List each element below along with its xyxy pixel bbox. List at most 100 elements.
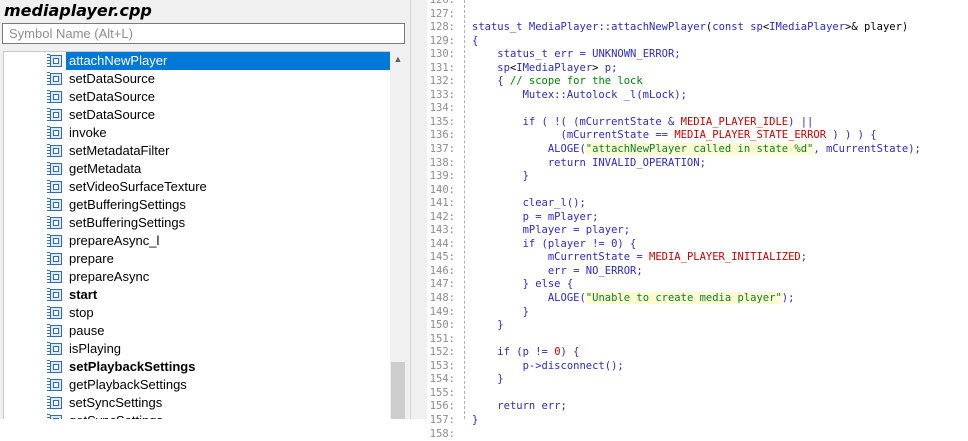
line-number: 137:: [425, 143, 455, 157]
line-number: 132:: [425, 75, 455, 89]
code-line: 148: ALOGE("Unable to create media playe…: [467, 292, 968, 306]
code-text: if ( !( (mCurrentState & MEDIA_PLAYER_ID…: [472, 116, 813, 130]
symbol-item[interactable]: prepareAsync_l: [4, 232, 391, 250]
scrollbar-thumb[interactable]: [391, 362, 405, 419]
code-line: 155:: [467, 387, 968, 401]
symbol-item[interactable]: setVideoSurfaceTexture: [4, 178, 391, 196]
symbol-item[interactable]: setSyncSettings: [4, 394, 391, 412]
code-line: 135: if ( !( (mCurrentState & MEDIA_PLAY…: [467, 116, 968, 130]
symbol-label: prepareAsync_l: [66, 232, 162, 250]
code-line: 141: clear_l();: [467, 197, 968, 211]
line-number: 135:: [425, 116, 455, 130]
code-text: p->disconnect();: [472, 360, 624, 374]
code-line: 128:status_t MediaPlayer::attachNewPlaye…: [467, 21, 968, 35]
symbol-item[interactable]: setMetadataFilter: [4, 142, 391, 160]
function-symbol-icon: [47, 126, 61, 140]
function-symbol-icon: [47, 108, 61, 122]
line-number: 138:: [425, 157, 455, 171]
code-line: 152: if (p != 0) {: [467, 346, 968, 360]
symbol-label: start: [66, 286, 100, 304]
symbol-item[interactable]: getMetadata: [4, 160, 391, 178]
code-line: 126:: [467, 0, 968, 8]
line-number: 152:: [425, 346, 455, 360]
code-line: 140:: [467, 184, 968, 198]
code-text: { // scope for the lock: [472, 75, 643, 89]
line-number: 145:: [425, 251, 455, 265]
symbol-item[interactable]: isPlaying: [4, 340, 391, 358]
line-number: 129:: [425, 35, 455, 49]
line-number: 154:: [425, 373, 455, 387]
code-text: ALOGE("Unable to create media player");: [472, 292, 794, 306]
symbol-item[interactable]: setBufferingSettings: [4, 214, 391, 232]
scroll-up-arrow-icon[interactable]: ▲: [390, 51, 406, 68]
code-area[interactable]: 126:127:128:status_t MediaPlayer::attach…: [467, 0, 968, 441]
line-number: 133:: [425, 89, 455, 103]
symbol-item[interactable]: setDataSource: [4, 88, 391, 106]
symbol-list-scrollbar[interactable]: ▲: [390, 51, 406, 419]
symbol-item[interactable]: getPlaybackSettings: [4, 376, 391, 394]
code-line: 149: }: [467, 306, 968, 320]
symbol-label: getSyncSettings: [66, 412, 166, 419]
code-text: }: [472, 170, 529, 184]
line-number: 158:: [425, 428, 455, 441]
function-symbol-icon: [47, 144, 61, 158]
code-text: p = mPlayer;: [472, 211, 598, 225]
symbol-label: getMetadata: [66, 160, 144, 178]
function-symbol-icon: [47, 414, 61, 419]
line-number: 147:: [425, 278, 455, 292]
symbol-search-input[interactable]: [2, 23, 405, 44]
file-title: mediaplayer.cpp: [4, 0, 152, 22]
code-line: 139: }: [467, 170, 968, 184]
line-number: 155:: [425, 387, 455, 401]
code-line: 142: p = mPlayer;: [467, 211, 968, 225]
code-line: 134:: [467, 102, 968, 116]
symbol-item[interactable]: invoke: [4, 124, 391, 142]
symbol-item[interactable]: pause: [4, 322, 391, 340]
code-text: mCurrentState = MEDIA_PLAYER_INITIALIZED…: [472, 251, 807, 265]
code-line: 157:}: [467, 414, 968, 428]
line-number: 150:: [425, 319, 455, 333]
symbol-label: prepare: [66, 250, 117, 268]
symbol-item[interactable]: getSyncSettings: [4, 412, 391, 419]
code-editor[interactable]: 126:127:128:status_t MediaPlayer::attach…: [411, 0, 968, 419]
function-symbol-icon: [47, 270, 61, 284]
symbol-item[interactable]: setDataSource: [4, 106, 391, 124]
symbol-label: setSyncSettings: [66, 394, 165, 412]
code-text: err = NO_ERROR;: [472, 265, 643, 279]
symbol-item[interactable]: setPlaybackSettings: [4, 358, 391, 376]
symbol-item[interactable]: prepare: [4, 250, 391, 268]
code-line: 130: status_t err = UNKNOWN_ERROR;: [467, 48, 968, 62]
line-number: 127:: [425, 8, 455, 22]
function-symbol-icon: [47, 378, 61, 392]
function-symbol-icon: [47, 288, 61, 302]
symbol-panel: mediaplayer.cpp attachNewPlayersetDataSo…: [0, 0, 411, 419]
function-symbol-icon: [47, 234, 61, 248]
line-number: 148:: [425, 292, 455, 306]
symbol-item[interactable]: attachNewPlayer: [4, 52, 391, 70]
code-line: 158:: [467, 428, 968, 441]
symbol-item[interactable]: setDataSource: [4, 70, 391, 88]
line-number: 157:: [425, 414, 455, 428]
code-text: if (p != 0) {: [472, 346, 580, 360]
code-line: 132: { // scope for the lock: [467, 75, 968, 89]
code-line: 138: return INVALID_OPERATION;: [467, 157, 968, 171]
line-number: 142:: [425, 211, 455, 225]
code-line: 131: sp<IMediaPlayer> p;: [467, 62, 968, 76]
line-number: 156:: [425, 400, 455, 414]
symbol-item[interactable]: prepareAsync: [4, 268, 391, 286]
symbol-item[interactable]: stop: [4, 304, 391, 322]
code-text: }: [472, 373, 504, 387]
function-symbol-icon: [47, 306, 61, 320]
symbol-label: setDataSource: [66, 88, 158, 106]
code-text: {: [472, 35, 478, 49]
code-text: (mCurrentState == MEDIA_PLAYER_STATE_ERR…: [472, 129, 877, 143]
line-number: 153:: [425, 360, 455, 374]
symbol-label: getBufferingSettings: [66, 196, 189, 214]
line-number: 134:: [425, 102, 455, 116]
symbol-item[interactable]: getBufferingSettings: [4, 196, 391, 214]
line-number: 139:: [425, 170, 455, 184]
line-number: 130:: [425, 48, 455, 62]
symbol-item[interactable]: start: [4, 286, 391, 304]
code-line: 151:: [467, 333, 968, 347]
code-text: } else {: [472, 278, 573, 292]
